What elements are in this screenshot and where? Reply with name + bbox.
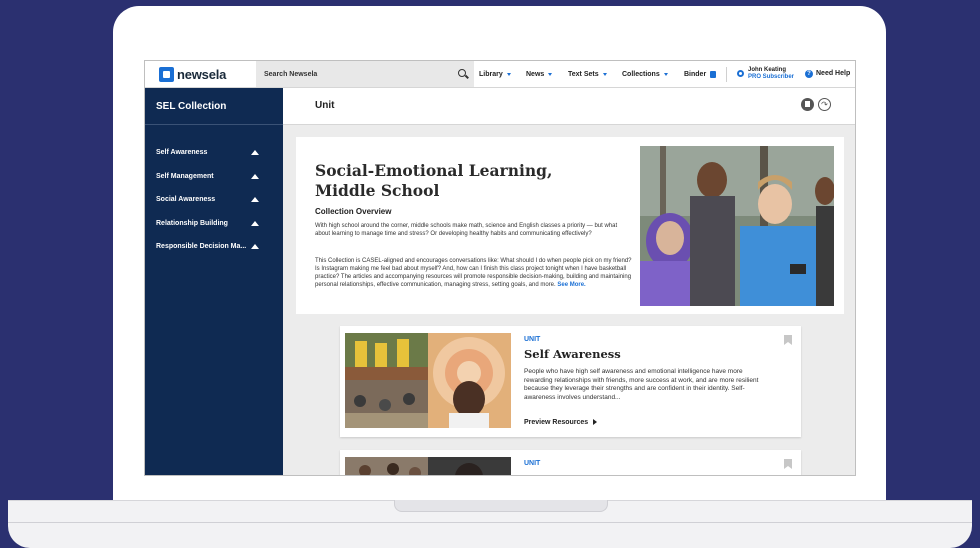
preview-resources-label: Preview Resources [524,419,589,426]
share-icon[interactable]: ↷ [818,98,831,111]
unit-card-image [345,457,511,475]
unit-tag: UNIT [524,336,541,343]
user-plan: PRO Subscriber [748,74,795,80]
sidebar-item-relationship-building[interactable]: Relationship Building [145,212,283,236]
nav-collections-label: Collections [622,70,660,78]
chevron-down-icon [548,72,553,76]
main-content: Social-Emotional Learning, Middle School… [283,125,855,475]
chevron-up-icon[interactable] [251,220,259,226]
chevron-up-icon[interactable] [251,197,259,203]
gear-icon[interactable] [737,70,744,77]
chevron-down-icon [663,72,668,76]
overview-paragraph-1: With high school around the corner, midd… [315,223,618,237]
laptop-base-edge [8,522,972,523]
students-photo [640,146,834,306]
nav-collections[interactable]: Collections [622,61,668,87]
sidebar-item-social-awareness[interactable]: Social Awareness [145,188,283,212]
bookmark-icon[interactable] [784,459,792,469]
chevron-up-icon[interactable] [251,173,259,179]
nav-library-label: Library [479,70,503,78]
sidebar-item-label: Relationship Building [156,219,228,227]
sidebar-item-label: Social Awareness [156,196,216,204]
sidebar-item-label: Responsible Decision Ma... [156,243,247,251]
sidebar-item-label: Self Awareness [156,149,208,157]
nav-text-sets[interactable]: Text Sets [568,61,607,87]
preview-resources-link[interactable]: Preview Resources [524,419,598,426]
nav-binder[interactable]: Binder [684,61,717,87]
laptop-notch [394,500,608,512]
sidebar: SEL Collection Self Awareness Self Manag… [145,88,283,475]
unit-tag: UNIT [524,460,541,467]
user-name: John Keating [748,67,787,73]
sidebar-item-self-awareness[interactable]: Self Awareness [145,141,283,165]
sidebar-list: Self Awareness Self Management Social Aw… [145,125,283,259]
search-icon[interactable] [458,69,466,77]
bookmark-icon[interactable] [801,98,814,111]
binder-icon [710,70,717,78]
see-more-link[interactable]: See More. [557,282,585,288]
overview-paragraph-2: This Collection is CASEL-aligned and enc… [315,257,633,289]
user-account[interactable]: John Keating PRO Subscriber [748,67,808,81]
newsela-logo[interactable]: newsela [159,66,226,83]
sidebar-item-label: Self Management [156,172,214,180]
nav-binder-label: Binder [684,70,707,78]
chevron-up-icon[interactable] [251,150,259,156]
nav-news-label: News [526,70,545,78]
search-placeholder: Search Newsela [264,70,318,78]
collection-overview-heading: Collection Overview [315,207,392,216]
collection-title: Social-Emotional Learning, Middle School [315,161,553,200]
unit-card-next[interactable]: UNIT [340,450,801,475]
chevron-down-icon [602,72,607,76]
browser-screen: newsela Search Newsela Library News Text… [144,60,856,476]
bookmark-icon[interactable] [784,335,792,345]
sidebar-item-self-management[interactable]: Self Management [145,165,283,189]
nav-library[interactable]: Library [479,61,511,87]
sidebar-item-responsible-decision-making[interactable]: Responsible Decision Ma... [145,235,283,259]
collection-overview-panel: Social-Emotional Learning, Middle School… [296,137,844,314]
page-title: Unit [315,100,335,111]
help-icon[interactable]: ? [805,70,813,78]
nav-divider [726,67,727,82]
chevron-down-icon [506,72,511,76]
top-navigation-bar: newsela Search Newsela Library News Text… [145,61,855,88]
sidebar-title: SEL Collection [145,88,283,125]
unit-title[interactable]: Self Awareness [524,347,621,361]
play-icon [593,419,598,426]
nav-text-sets-label: Text Sets [568,70,599,78]
search-input[interactable]: Search Newsela [256,61,474,87]
unit-description: People who have high self awareness and … [524,368,759,401]
chevron-up-icon[interactable] [251,244,259,250]
page-header: Unit ↷ [283,88,855,125]
newsela-logo-icon [159,67,174,82]
logo-text: newsela [177,67,227,82]
need-help-link[interactable]: Need Help [816,70,850,77]
unit-card-self-awareness[interactable]: UNIT Self Awareness People who have high… [340,326,801,437]
nav-news[interactable]: News [526,61,553,87]
unit-card-image [345,333,511,428]
